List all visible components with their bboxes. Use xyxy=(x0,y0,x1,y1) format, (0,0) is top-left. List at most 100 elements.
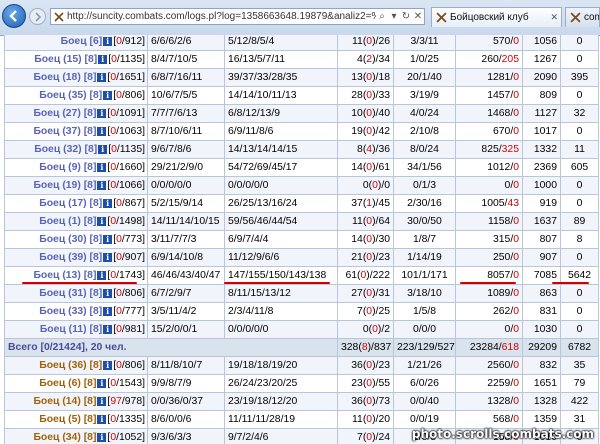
strikes-c: 73 xyxy=(378,396,390,407)
extra-cell: 0 xyxy=(560,176,599,195)
info-icon[interactable]: i xyxy=(103,288,113,298)
strikes-b: 0 xyxy=(366,162,373,173)
strikes-c: 36 xyxy=(378,144,390,155)
strikes-b: 0 xyxy=(366,396,373,407)
refresh-icon[interactable]: ↻ xyxy=(400,11,412,22)
fighter-name-link[interactable]: Боец xyxy=(61,36,87,47)
total-crits-cell: 223/129/527 xyxy=(393,338,456,357)
damage-a: 670 xyxy=(492,126,511,137)
blocks-cell: 2/3/4/11/8 xyxy=(224,302,338,321)
fighter-name-link[interactable]: Боец (15) xyxy=(34,54,81,65)
fighter-name-link[interactable]: Боец (35) xyxy=(39,90,86,101)
info-icon[interactable]: i xyxy=(103,324,113,334)
fighter-name-link[interactable]: Боец (13) xyxy=(33,270,80,281)
dropdown-arrow-icon[interactable]: ▾ xyxy=(388,11,400,22)
info-icon[interactable]: i xyxy=(103,306,113,316)
combats-favicon-icon xyxy=(570,12,581,23)
fighter-cell: Боец (5) [8] i [0/1335] xyxy=(4,410,148,429)
back-arrow-icon xyxy=(9,10,17,22)
strikes-a: 23 xyxy=(351,378,363,389)
fighter-level: [8] xyxy=(83,396,97,407)
tab-combats[interactable]: combats xyxy=(565,7,600,27)
fighter-name-link[interactable]: Боец (19) xyxy=(33,180,80,191)
fighter-name-link[interactable]: Боец (9) xyxy=(39,162,81,173)
fighter-name-link[interactable]: Боец (36) xyxy=(39,360,86,371)
fighter-cell: Боец (32) [8] i [0/1135] xyxy=(4,140,148,159)
info-icon[interactable]: i xyxy=(97,396,107,406)
strikes-a: 37 xyxy=(351,198,363,209)
info-icon[interactable]: i xyxy=(97,180,107,190)
level-value: 8 xyxy=(87,180,93,191)
fighter-name-link[interactable]: Боец (18) xyxy=(33,72,80,83)
stop-icon[interactable]: ✕ xyxy=(412,11,424,22)
info-icon[interactable]: i xyxy=(98,54,108,64)
fighter-name-link[interactable]: Боец (37) xyxy=(33,126,80,137)
experience-cell: 2090 xyxy=(522,68,561,87)
address-bar[interactable]: http://suncity.combats.com/logs.pl?log=1… xyxy=(50,8,425,25)
fighter-name-link[interactable]: Боец (34) xyxy=(33,432,80,443)
info-icon[interactable]: i xyxy=(97,414,107,424)
info-icon[interactable]: i xyxy=(97,108,107,118)
info-icon[interactable]: i xyxy=(97,126,107,136)
level-value: 8 xyxy=(92,198,99,209)
tab-close-icon[interactable]: ✕ xyxy=(550,12,558,23)
extra-cell: 32 xyxy=(560,104,599,123)
table-row: Боец (14) [8] i [97/978] 0/0/36/0/37 23/19/1… xyxy=(4,392,599,411)
hp-display: [0/1660] xyxy=(107,162,145,173)
hp-current: 0 xyxy=(116,252,122,263)
address-url: http://suncity.combats.com/logs.pl?log=1… xyxy=(67,11,376,22)
info-icon[interactable]: i xyxy=(103,198,113,208)
fighter-level: [8] xyxy=(89,90,103,101)
fighter-name-link[interactable]: Боец (14) xyxy=(33,396,80,407)
strikes-cell: 7(0)/25 xyxy=(337,302,394,321)
hits-cell: 5/2/15/9/14 xyxy=(147,194,225,213)
fighter-name-link[interactable]: Боец (27) xyxy=(33,108,80,119)
fighter-name-link[interactable]: Боец (31) xyxy=(39,288,86,299)
damage-a: 1158 xyxy=(487,216,511,227)
fighter-name-link[interactable]: Боец (5) xyxy=(39,414,81,425)
info-icon[interactable]: i xyxy=(97,432,107,442)
fighter-name-link[interactable]: Боец (39) xyxy=(39,252,86,263)
hits-cell: 8/6/0/0/6 xyxy=(147,410,225,429)
info-icon[interactable]: i xyxy=(98,144,108,154)
info-icon[interactable]: i xyxy=(97,216,107,226)
fighter-name-link[interactable]: Боец (1) xyxy=(39,216,81,227)
strikes-c: 34 xyxy=(378,54,390,65)
level-value: 8 xyxy=(87,126,93,137)
experience-cell: 1328 xyxy=(522,392,561,411)
hp-display: [0/1063] xyxy=(107,126,145,137)
info-icon[interactable]: i xyxy=(97,270,107,280)
info-icon[interactable]: i xyxy=(97,162,107,172)
fighter-name-link[interactable]: Боец (17) xyxy=(39,198,86,209)
info-icon[interactable]: i xyxy=(103,252,113,262)
strikes-cell: 11(0)/26 xyxy=(337,35,394,51)
info-icon[interactable]: i xyxy=(103,360,113,370)
forward-button[interactable] xyxy=(29,8,46,25)
search-icon[interactable]: ⌕ xyxy=(376,11,388,22)
info-icon[interactable]: i xyxy=(103,234,113,244)
damage-a: 1005 xyxy=(481,198,505,209)
fighter-name-link[interactable]: Боец (6) xyxy=(39,378,81,389)
fighter-name-link[interactable]: Боец (33) xyxy=(39,306,86,317)
damage-cell: 1328/0 xyxy=(455,392,523,411)
experience-cell: 832 xyxy=(522,356,561,375)
table-row: Боец (17) [8] i [0/867] 5/2/15/9/14 26/25/13… xyxy=(4,194,599,213)
strikes-c: 2 xyxy=(384,324,390,335)
info-icon[interactable]: i xyxy=(103,36,113,46)
info-icon[interactable]: i xyxy=(97,378,107,388)
back-button[interactable] xyxy=(2,4,26,28)
strikes-a: 36 xyxy=(351,360,363,371)
hp-current: 97 xyxy=(110,396,122,407)
tab-fight-club[interactable]: Бойцовский клуб ✕ xyxy=(431,7,562,27)
fighter-name-link[interactable]: Боец (11) xyxy=(40,324,87,335)
info-icon[interactable]: i xyxy=(103,90,113,100)
hp-display: [0/1498] xyxy=(107,216,145,227)
strikes-b: 0 xyxy=(372,324,378,335)
strikes-cell: 36(0)/73 xyxy=(337,392,394,411)
fighter-name-link[interactable]: Боец (30) xyxy=(39,234,86,245)
info-icon[interactable]: i xyxy=(97,72,107,82)
fighter-cell: Боец (39) [8] i [0/907] xyxy=(4,248,148,267)
fighter-level: [8] xyxy=(89,234,103,245)
fighter-name-link[interactable]: Боец (32) xyxy=(34,144,81,155)
hp-current: 0 xyxy=(116,360,122,371)
